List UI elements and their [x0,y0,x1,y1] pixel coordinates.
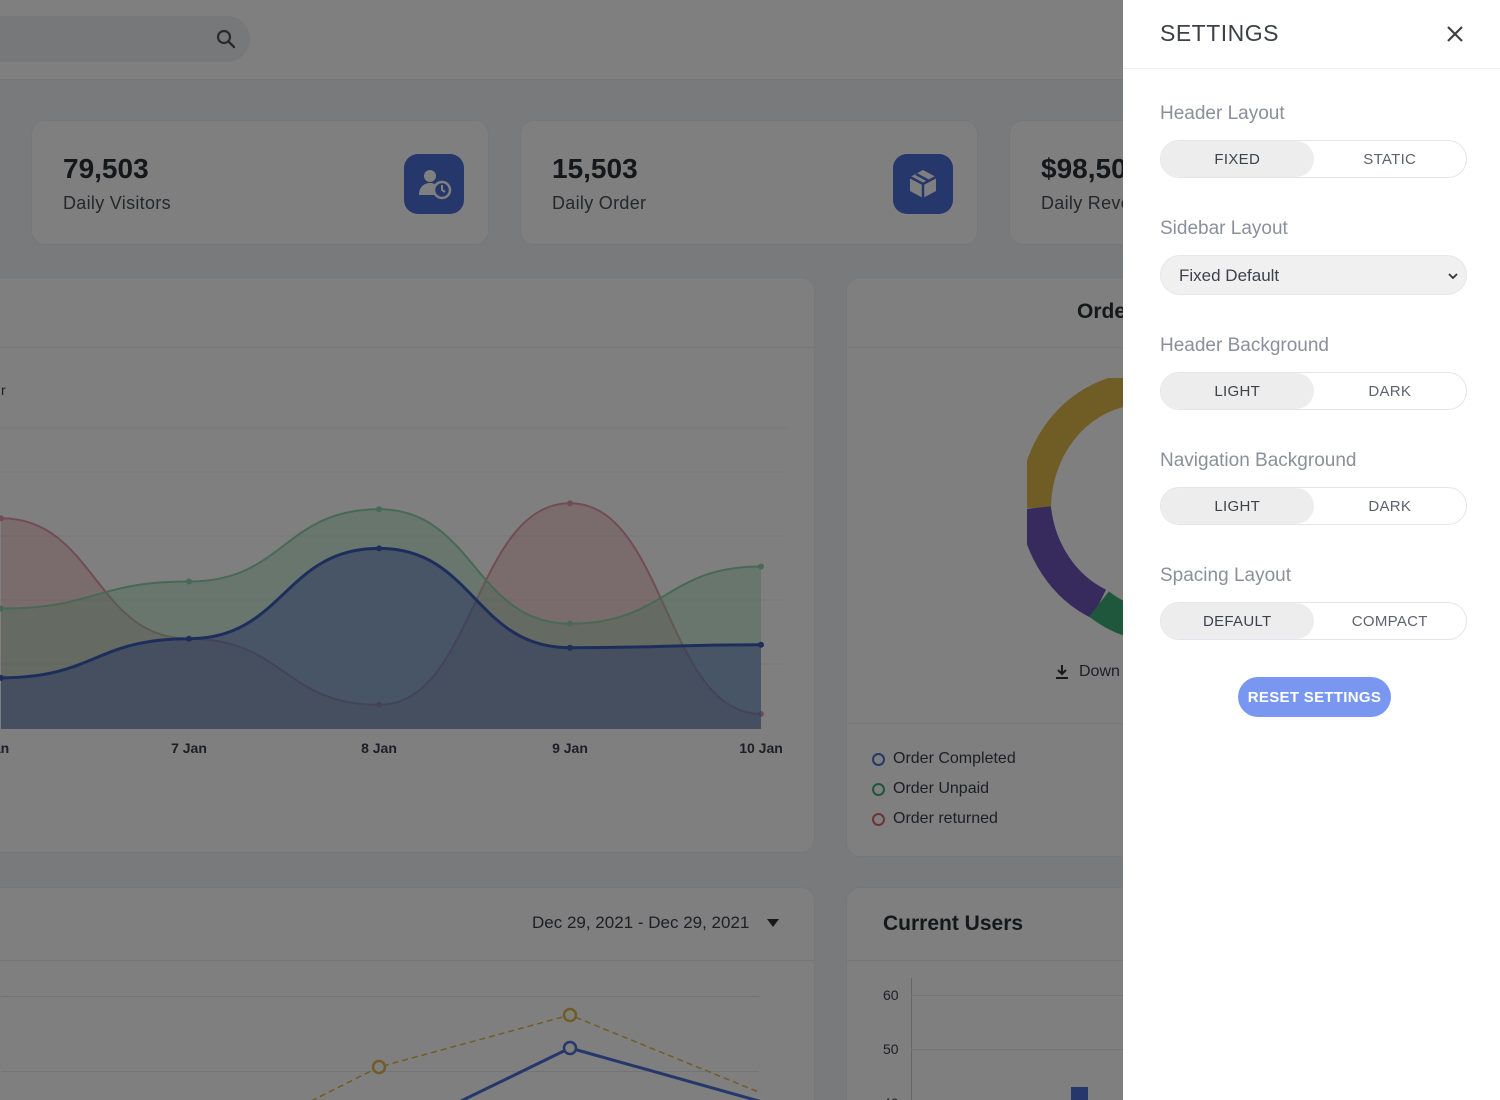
spacing-layout-compact-option[interactable]: COMPACT [1314,603,1467,639]
navigation-background-label: Navigation Background [1160,450,1357,471]
drawer-title: SETTINGS [1160,20,1280,46]
header-layout-static-option[interactable]: STATIC [1314,141,1467,177]
header-background-light-option[interactable]: LIGHT [1161,373,1314,409]
header-background-label: Header Background [1160,335,1329,356]
settings-drawer: SETTINGS Header Layout FIXED STATIC Side… [1123,0,1500,1100]
header-background-toggle: LIGHT DARK [1160,372,1467,410]
header-background-dark-option[interactable]: DARK [1314,373,1467,409]
sidebar-layout-value: Fixed Default [1179,266,1280,285]
navigation-background-light-option[interactable]: LIGHT [1161,488,1314,524]
drawer-header: SETTINGS [1123,0,1500,69]
header-layout-toggle: FIXED STATIC [1160,140,1467,178]
chevron-down-icon [1448,273,1458,280]
close-icon[interactable] [1443,22,1467,46]
spacing-layout-default-option[interactable]: DEFAULT [1161,603,1314,639]
header-layout-label: Header Layout [1160,103,1285,124]
spacing-layout-label: Spacing Layout [1160,565,1291,586]
navigation-background-toggle: LIGHT DARK [1160,487,1467,525]
navigation-background-dark-option[interactable]: DARK [1314,488,1467,524]
sidebar-layout-label: Sidebar Layout [1160,218,1288,239]
sidebar-layout-select[interactable]: Fixed Default [1160,255,1467,295]
spacing-layout-toggle: DEFAULT COMPACT [1160,602,1467,640]
reset-settings-button[interactable]: RESET SETTINGS [1238,677,1391,717]
header-layout-fixed-option[interactable]: FIXED [1161,141,1314,177]
